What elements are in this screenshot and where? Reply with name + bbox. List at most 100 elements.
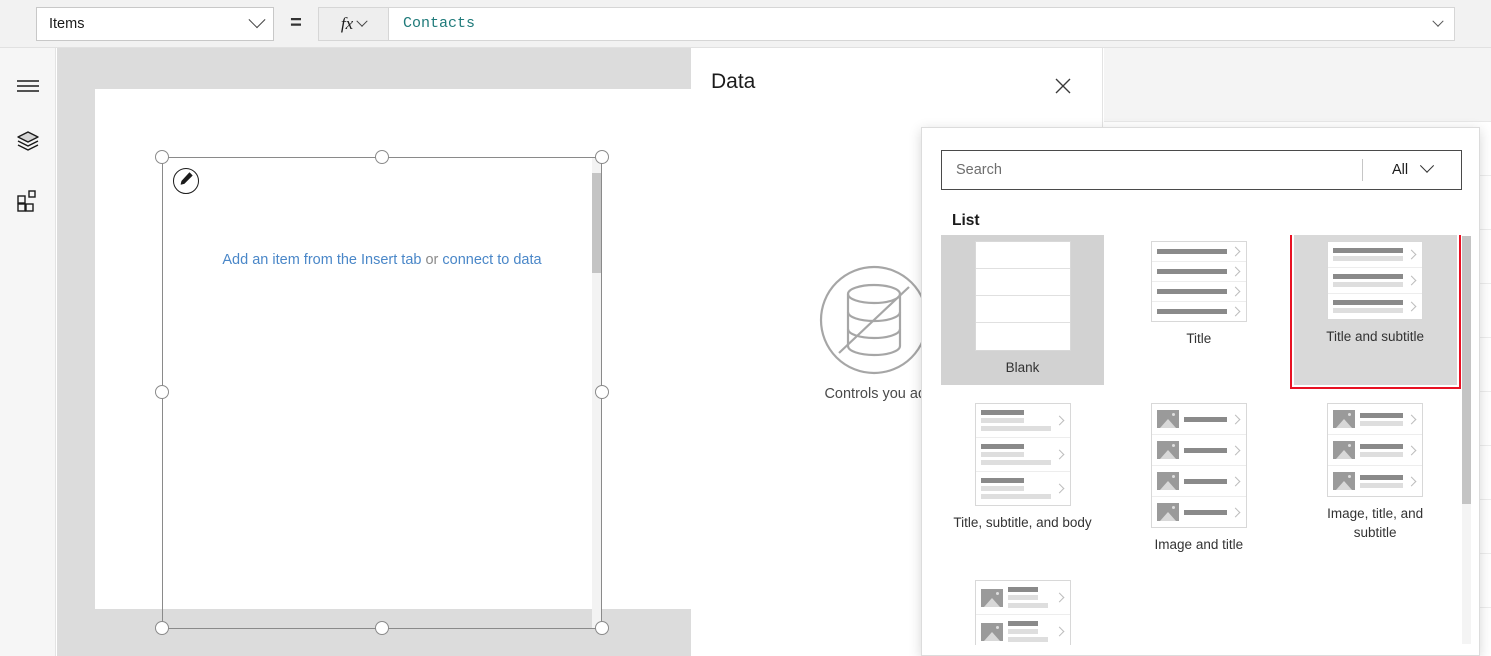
close-icon bbox=[1053, 76, 1073, 101]
gallery-selection[interactable]: Add an item from the Insert tab or conne… bbox=[155, 150, 609, 635]
thumb-row bbox=[976, 323, 1070, 350]
formula-value: Contacts bbox=[403, 15, 476, 32]
formula-input[interactable]: Contacts bbox=[388, 6, 1455, 41]
insert-tab-link[interactable]: Add an item from the Insert tab bbox=[222, 252, 421, 268]
layout-card-blank[interactable]: Blank bbox=[941, 235, 1104, 385]
property-select[interactable]: Items bbox=[36, 6, 274, 41]
chevron-right-icon bbox=[1406, 275, 1417, 286]
resize-handle-sw[interactable] bbox=[155, 621, 169, 635]
chevron-right-icon bbox=[1054, 592, 1064, 603]
chevron-right-icon bbox=[1406, 445, 1417, 455]
layout-grid: Blank Title Title and subtitle Title, su… bbox=[941, 235, 1462, 645]
close-data-panel-button[interactable] bbox=[1050, 75, 1076, 101]
layout-card-title-subtitle-body[interactable]: Title, subtitle, and body bbox=[941, 397, 1104, 562]
chevron-right-icon bbox=[1406, 414, 1417, 424]
pencil-icon bbox=[179, 171, 194, 191]
resize-handle-nw[interactable] bbox=[155, 150, 169, 164]
layout-card-label: Title, subtitle, and body bbox=[953, 515, 1092, 530]
layout-thumbnail-title-and-subtitle bbox=[1327, 241, 1424, 320]
layout-thumbnail-title-subtitle-body bbox=[974, 403, 1071, 506]
layout-card-label: Title and subtitle bbox=[1326, 329, 1425, 344]
edit-pencil-button[interactable] bbox=[173, 168, 199, 194]
filter-dropdown[interactable]: All bbox=[1363, 151, 1461, 189]
thumb-row bbox=[1328, 404, 1423, 435]
layout-card-label: Image and title bbox=[1154, 537, 1244, 552]
canvas-area[interactable]: Add an item from the Insert tab or conne… bbox=[57, 48, 691, 656]
thumb-row bbox=[1152, 302, 1246, 321]
resize-handle-se[interactable] bbox=[595, 621, 609, 635]
rail-item-tree-view[interactable] bbox=[0, 117, 56, 169]
chevron-right-icon bbox=[1230, 507, 1241, 517]
layout-card-image-and-title[interactable]: Image and title bbox=[1117, 397, 1280, 562]
layout-card-label: Blank bbox=[1005, 360, 1040, 375]
layout-card-title-and-subtitle[interactable]: Title and subtitle bbox=[1289, 235, 1461, 389]
left-rail bbox=[0, 48, 56, 656]
chevron-down-icon bbox=[248, 10, 266, 28]
resize-handle-e[interactable] bbox=[595, 385, 609, 399]
layout-thumbnail-image-and-title bbox=[1150, 403, 1247, 528]
chevron-down-icon[interactable] bbox=[1432, 15, 1444, 27]
rail-item-hamburger[interactable] bbox=[0, 62, 56, 114]
chevron-right-icon bbox=[1054, 483, 1064, 494]
image-placeholder-icon bbox=[1333, 472, 1356, 490]
layout-thumbnail-image-title-subtitle bbox=[1327, 403, 1424, 497]
properties-header bbox=[1104, 48, 1491, 122]
thumb-row bbox=[1328, 294, 1422, 319]
app-screen[interactable]: Add an item from the Insert tab or conne… bbox=[95, 89, 691, 635]
thumb-row bbox=[1151, 404, 1246, 435]
rail-item-insert[interactable] bbox=[0, 177, 56, 229]
thumb-row bbox=[1151, 242, 1246, 262]
search-row: All bbox=[941, 150, 1462, 190]
fx-label: fx bbox=[340, 13, 354, 33]
data-panel-title: Data bbox=[711, 70, 756, 93]
chevron-right-icon bbox=[1406, 249, 1417, 260]
resize-handle-n[interactable] bbox=[375, 150, 389, 164]
hamburger-icon bbox=[16, 78, 40, 99]
image-placeholder-icon bbox=[1156, 441, 1179, 459]
layout-thumbnail-image-title-subtitle-body bbox=[974, 580, 1071, 645]
layout-card-image-title-subtitle[interactable]: Image, title, and subtitle bbox=[1294, 397, 1457, 562]
resize-handle-w[interactable] bbox=[155, 385, 169, 399]
image-placeholder-icon bbox=[1156, 410, 1179, 428]
image-placeholder-icon bbox=[1156, 472, 1179, 490]
no-data-icon bbox=[814, 260, 934, 385]
fx-button[interactable]: fx bbox=[318, 6, 388, 41]
layout-card-image-title-subtitle-body[interactable] bbox=[941, 574, 1104, 645]
connect-to-data-link[interactable]: connect to data bbox=[442, 252, 541, 268]
chevron-right-icon bbox=[1230, 476, 1241, 486]
thumb-row bbox=[1328, 435, 1423, 466]
search-input[interactable] bbox=[942, 162, 1362, 178]
flyout-scrollbar-thumb[interactable] bbox=[1462, 236, 1471, 504]
layout-card-label: Title bbox=[1186, 331, 1212, 346]
chevron-right-icon bbox=[1230, 445, 1241, 455]
thumb-row bbox=[1152, 497, 1246, 527]
thumb-row bbox=[975, 269, 1070, 296]
chevron-right-icon bbox=[1230, 414, 1241, 424]
chevron-right-icon bbox=[1230, 246, 1241, 257]
thumb-row bbox=[1328, 242, 1423, 268]
equals-sign: = bbox=[290, 12, 302, 34]
chevron-right-icon bbox=[1406, 301, 1417, 312]
thumb-row bbox=[1151, 466, 1246, 497]
layout-card-label: Image, title, and subtitle bbox=[1327, 506, 1424, 540]
thumb-row bbox=[1328, 466, 1422, 496]
chevron-right-icon bbox=[1054, 449, 1064, 460]
resize-handle-ne[interactable] bbox=[595, 150, 609, 164]
chevron-right-icon bbox=[1230, 306, 1241, 317]
resize-handle-s[interactable] bbox=[375, 621, 389, 635]
image-placeholder-icon bbox=[1156, 503, 1179, 521]
thumb-row bbox=[975, 581, 1070, 615]
chevron-right-icon bbox=[1230, 266, 1241, 277]
property-select-value: Items bbox=[49, 15, 85, 32]
chevron-right-icon bbox=[1054, 626, 1064, 637]
thumb-row bbox=[1328, 268, 1423, 294]
formula-bar: Items = fx Contacts bbox=[0, 0, 1491, 48]
layout-thumbnail-title bbox=[1150, 241, 1247, 322]
thumb-row bbox=[975, 242, 1070, 269]
layout-card-title[interactable]: Title bbox=[1117, 235, 1280, 385]
thumb-row bbox=[1151, 262, 1246, 282]
image-placeholder-icon bbox=[1333, 410, 1356, 428]
thumb-row bbox=[975, 438, 1070, 472]
image-placeholder-icon bbox=[980, 588, 1003, 607]
thumb-row bbox=[1151, 435, 1246, 466]
